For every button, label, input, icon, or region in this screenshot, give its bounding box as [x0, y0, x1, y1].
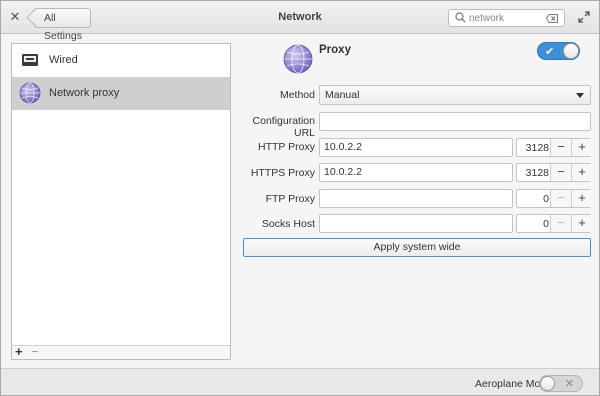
proxy-title: Proxy: [319, 44, 351, 56]
sidebar-item-label: Wired: [49, 54, 78, 66]
ftp-port-value[interactable]: 0: [517, 193, 549, 205]
ftp-port-stepper[interactable]: 0 − +: [516, 189, 592, 208]
proxy-toggle[interactable]: ✔: [537, 42, 580, 60]
search-box[interactable]: [448, 9, 565, 27]
increment-button[interactable]: +: [571, 139, 592, 156]
https-proxy-label: HTTPS Proxy: [250, 167, 315, 179]
chevron-down-icon: [576, 93, 584, 98]
method-value: Manual: [325, 89, 360, 101]
socks-port-value[interactable]: 0: [517, 218, 549, 230]
http-proxy-label: HTTP Proxy: [258, 141, 315, 153]
sidebar-toolbar: + −: [12, 344, 230, 359]
decrement-button[interactable]: −: [550, 190, 571, 207]
header-bar: ✕ All Settings Network: [1, 1, 599, 42]
decrement-button[interactable]: −: [550, 164, 571, 181]
http-port-stepper[interactable]: 3128 − +: [516, 138, 592, 157]
https-port-value[interactable]: 3128: [517, 167, 549, 179]
remove-connection-button[interactable]: −: [31, 344, 39, 359]
config-url-field[interactable]: [319, 112, 591, 131]
search-icon: [455, 12, 466, 23]
http-proxy-field[interactable]: 10.0.2.2: [319, 138, 513, 157]
clear-search-icon[interactable]: [546, 14, 558, 23]
footer-bar: Aeroplane Mode ✕: [1, 368, 599, 395]
method-select[interactable]: Manual: [319, 85, 591, 105]
ftp-proxy-label: FTP Proxy: [265, 193, 315, 205]
increment-button[interactable]: +: [571, 215, 592, 232]
check-icon: ✔: [545, 46, 555, 58]
ftp-proxy-field[interactable]: [319, 189, 513, 208]
sidebar-item-wired[interactable]: Wired: [12, 44, 230, 77]
method-label: Method: [279, 89, 315, 101]
globe-icon: [19, 82, 41, 104]
maximize-icon[interactable]: [578, 11, 590, 23]
increment-button[interactable]: +: [571, 190, 592, 207]
socks-port-stepper[interactable]: 0 − +: [516, 214, 592, 233]
decrement-button[interactable]: −: [550, 139, 571, 156]
sidebar: Wired Network proxy + −: [11, 43, 231, 360]
increment-button[interactable]: +: [571, 164, 592, 181]
http-port-value[interactable]: 3128: [517, 142, 549, 154]
toggle-knob: [540, 376, 555, 391]
ethernet-icon: [22, 54, 38, 66]
toggle-knob: [563, 43, 579, 59]
https-proxy-field[interactable]: 10.0.2.2: [319, 163, 513, 182]
proxy-globe-icon: [283, 44, 313, 74]
socks-host-field[interactable]: [319, 214, 513, 233]
settings-window: ✕ All Settings Network network Wired Net…: [0, 0, 600, 396]
config-url-label: Configuration URL: [252, 115, 315, 139]
add-connection-button[interactable]: +: [15, 344, 23, 359]
aeroplane-mode-toggle[interactable]: ✕: [539, 375, 583, 392]
search-input[interactable]: [469, 12, 539, 25]
off-icon: ✕: [564, 378, 574, 390]
socks-host-label: Socks Host: [261, 218, 315, 230]
sidebar-item-network-proxy[interactable]: Network proxy: [12, 77, 230, 110]
apply-system-wide-button[interactable]: Apply system wide: [243, 238, 591, 257]
decrement-button[interactable]: −: [550, 215, 571, 232]
https-port-stepper[interactable]: 3128 − +: [516, 163, 592, 182]
sidebar-item-label: Network proxy: [49, 87, 120, 99]
